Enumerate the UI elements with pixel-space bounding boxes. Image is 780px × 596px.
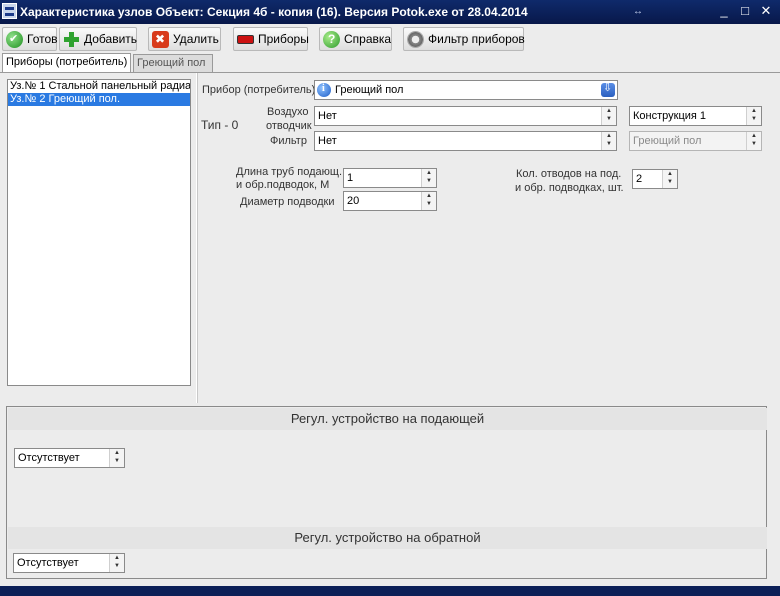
bends-label-line2: и обр. подводках, шт. [515, 182, 624, 194]
delete-button[interactable]: Удалить [148, 27, 221, 51]
filter-value: Нет [318, 135, 337, 147]
spinner-icon[interactable] [601, 132, 616, 150]
device-value: Греющий пол [335, 84, 404, 96]
check-icon [6, 28, 23, 50]
spinner-icon[interactable] [109, 554, 124, 572]
close-button[interactable]: ✕ [757, 3, 775, 20]
return-regulator-value: Отсутствует [17, 557, 79, 569]
ready-label: Готов [27, 32, 58, 46]
spinner-icon[interactable] [109, 449, 124, 467]
supply-regulator-title: Регул. устройство на подающей [8, 408, 767, 430]
type-label: Тип - 0 [201, 118, 239, 132]
splitter[interactable] [196, 73, 198, 403]
window-title: Характеристика узлов Объект: Секция 4б -… [20, 5, 528, 19]
bends-value: 2 [636, 173, 643, 185]
ready-button[interactable]: Готов [2, 27, 58, 51]
pipe-length-stepper[interactable]: 1 [343, 168, 437, 188]
taskbar-strip [0, 586, 780, 596]
floor-value: Греющий пол [633, 135, 702, 147]
filter-devices-label: Фильтр приборов [428, 32, 525, 46]
device-label: Прибор (потребитель) [202, 84, 316, 96]
help-button[interactable]: Справка [319, 27, 392, 51]
delete-label: Удалить [173, 32, 219, 46]
tab-devices-consumer[interactable]: Приборы (потребитель) [2, 53, 131, 72]
return-regulator-select[interactable]: Отсутствует [13, 553, 125, 573]
filter-label: Фильтр [270, 135, 307, 147]
minimize-button[interactable]: _ [715, 3, 733, 20]
maximize-button[interactable]: □ [736, 3, 754, 20]
toolbar: Готов Добавить Удалить Приборы Справка Ф… [0, 24, 780, 54]
pipe-length-label-line2: и обр.подводок, М [236, 179, 330, 191]
device-icon [237, 35, 254, 44]
pipe-length-label-line1: Длина труб подающ. [236, 166, 342, 178]
filter-select[interactable]: Нет [314, 131, 617, 151]
dropdown-icon[interactable] [601, 81, 615, 97]
construction-select[interactable]: Конструкция 1 [629, 106, 762, 126]
delete-icon [152, 28, 169, 50]
device-select[interactable]: Греющий пол [314, 80, 618, 100]
diameter-stepper[interactable]: 20 [343, 191, 437, 211]
air-vent-label-line1: Воздухо [267, 106, 309, 118]
bends-label-line1: Кол. отводов на под. [516, 168, 622, 180]
air-vent-select[interactable]: Нет [314, 106, 617, 126]
filter-devices-button[interactable]: Фильтр приборов [403, 27, 525, 51]
help-label: Справка [344, 32, 392, 46]
construction-value: Конструкция 1 [633, 110, 707, 122]
app-icon[interactable] [2, 3, 17, 19]
diameter-value: 20 [347, 195, 360, 207]
return-regulator-title: Регул. устройство на обратной [8, 527, 767, 549]
node-list[interactable]: Уз.№ 1 Стальной панельный радиа Уз.№ 2 Г… [7, 79, 191, 386]
title-bar[interactable]: Характеристика узлов Объект: Секция 4б -… [0, 0, 780, 24]
resize-icon: ↔ [633, 6, 643, 17]
spinner-icon[interactable] [421, 192, 436, 210]
devices-label: Приборы [258, 32, 309, 46]
info-icon [317, 81, 331, 98]
gear-icon [407, 31, 424, 48]
bends-stepper[interactable]: 2 [632, 169, 678, 189]
air-vent-label-line2: отводчик [266, 120, 312, 132]
add-label: Добавить [84, 32, 138, 46]
regulator-panel: Регул. устройство на подающей Отсутствуе… [6, 406, 767, 579]
pipe-length-value: 1 [347, 172, 354, 184]
supply-regulator-select[interactable]: Отсутствует [14, 448, 125, 468]
spinner-icon[interactable] [421, 169, 436, 187]
list-item-selected[interactable]: Уз.№ 2 Греющий пол. [8, 93, 190, 106]
plus-icon [63, 31, 80, 48]
help-icon [323, 28, 340, 50]
spinner-icon [746, 132, 761, 150]
supply-regulator-value: Отсутствует [18, 452, 80, 464]
devices-button[interactable]: Приборы [233, 27, 309, 51]
floor-select: Греющий пол [629, 131, 762, 151]
spinner-icon[interactable] [601, 107, 616, 125]
spinner-icon[interactable] [662, 170, 677, 188]
air-vent-value: Нет [318, 110, 337, 122]
spinner-icon[interactable] [746, 107, 761, 125]
tab-heated-floor[interactable]: Греющий пол [133, 54, 213, 72]
diameter-label: Диаметр подводки [240, 196, 335, 208]
list-item[interactable]: Уз.№ 1 Стальной панельный радиа [8, 80, 190, 93]
add-button[interactable]: Добавить [59, 27, 137, 51]
